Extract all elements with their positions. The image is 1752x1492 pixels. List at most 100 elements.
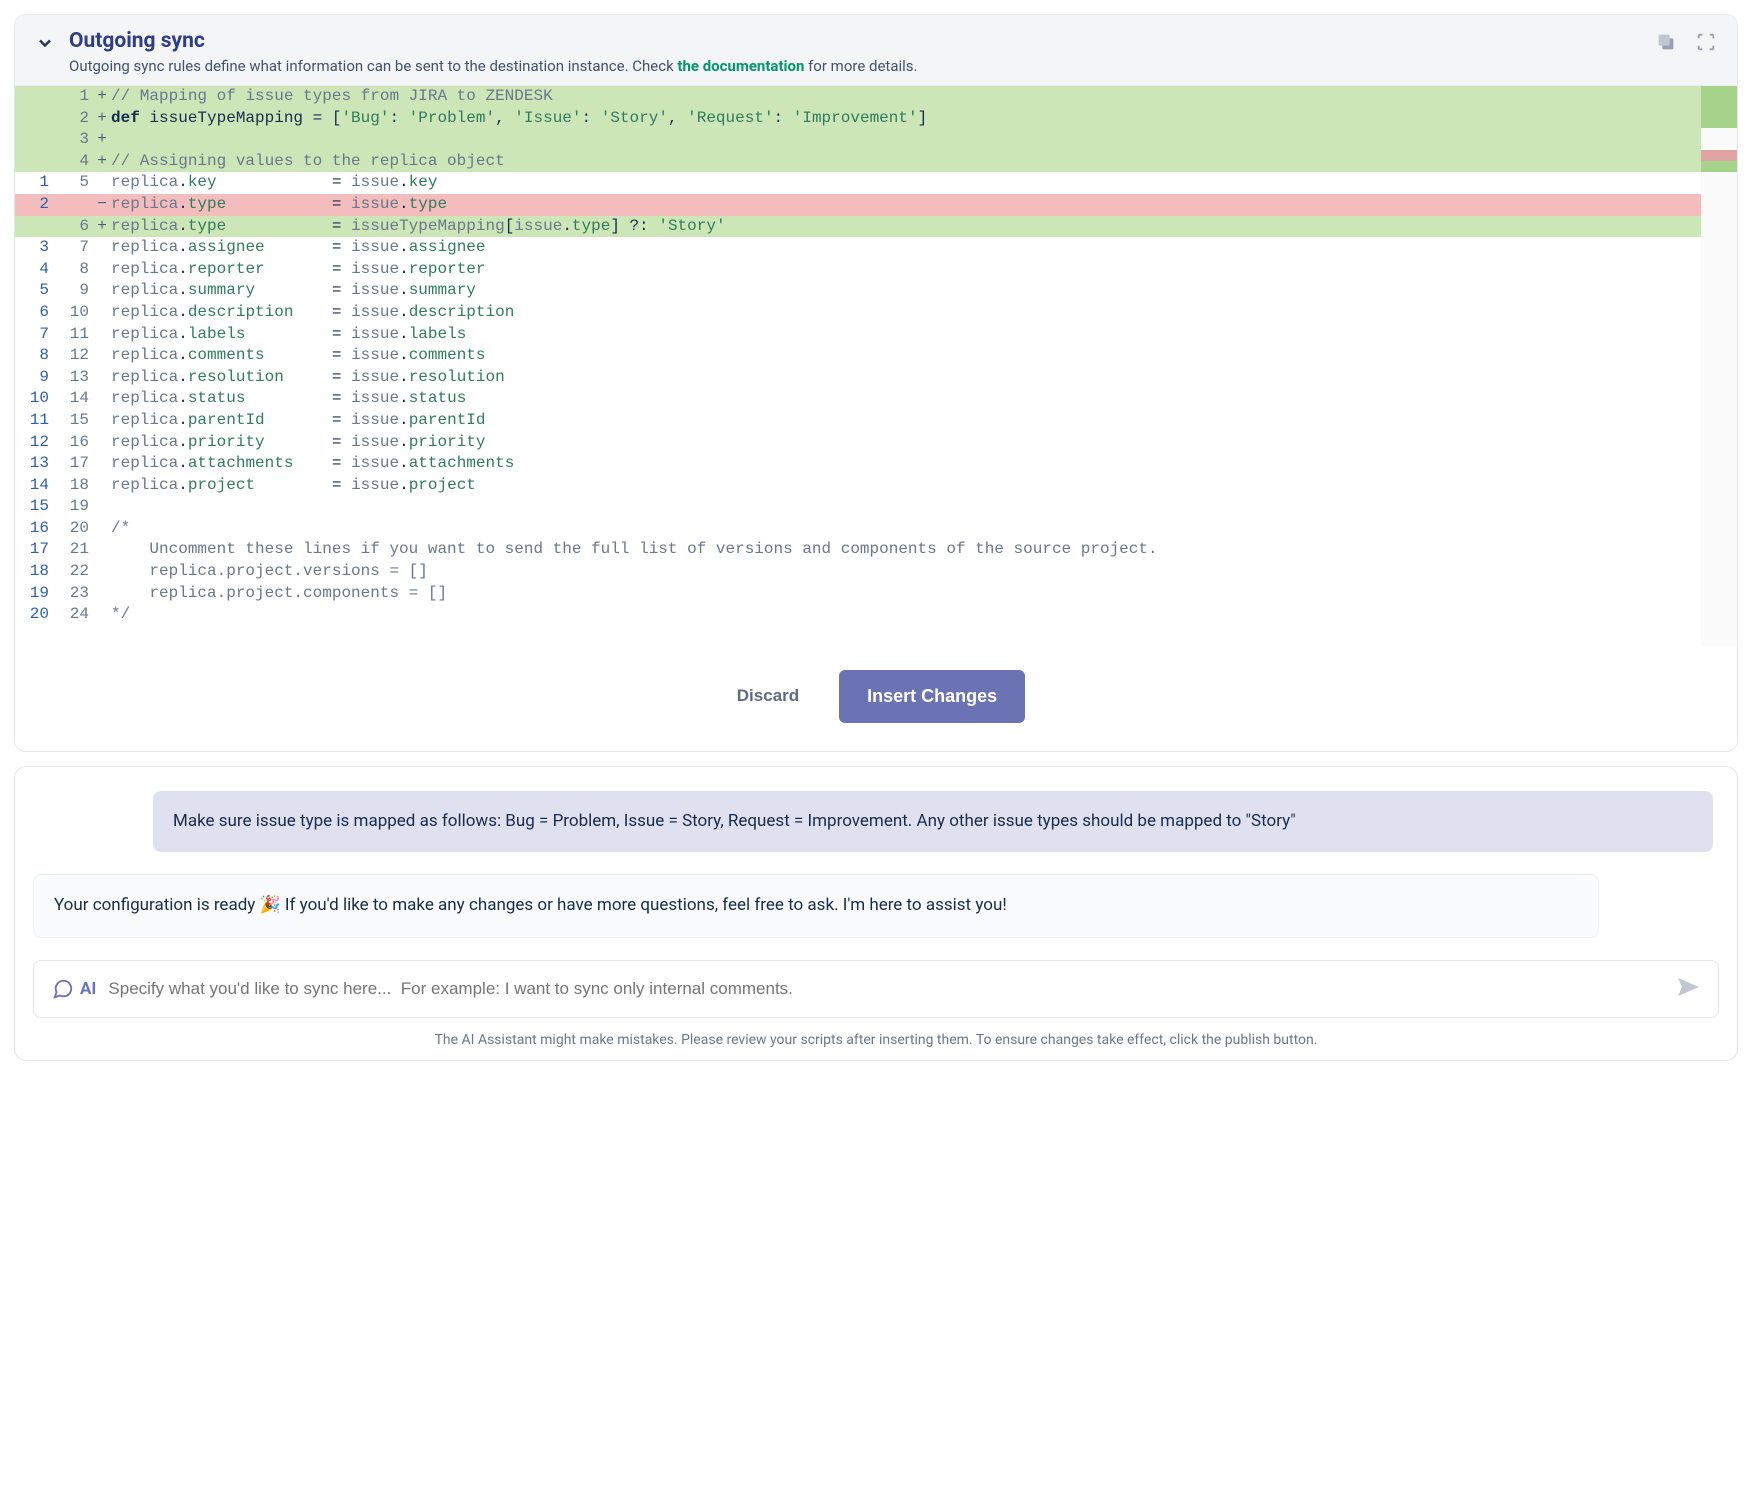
code-text: replica.type = issue.type xyxy=(109,194,1701,216)
code-text: replica.priority = issue.priority xyxy=(109,432,1701,454)
code-text: replica.attachments = issue.attachments xyxy=(109,453,1701,475)
code-text: replica.comments = issue.comments xyxy=(109,345,1701,367)
line-number-old: 10 xyxy=(15,388,55,410)
fullscreen-icon[interactable] xyxy=(1695,31,1717,57)
code-text: replica.parentId = issue.parentId xyxy=(109,410,1701,432)
code-line[interactable]: 1317replica.attachments = issue.attachme… xyxy=(15,453,1701,475)
code-text: def issueTypeMapping = ['Bug': 'Problem'… xyxy=(109,108,1701,130)
line-number-old: 12 xyxy=(15,432,55,454)
code-line[interactable]: 1418replica.project = issue.project xyxy=(15,475,1701,497)
diff-marker: + xyxy=(95,129,109,151)
code-text: replica.resolution = issue.resolution xyxy=(109,367,1701,389)
chat-input[interactable] xyxy=(108,979,1664,999)
collapse-chevron-icon[interactable] xyxy=(35,33,55,57)
code-line[interactable]: 711replica.labels = issue.labels xyxy=(15,324,1701,346)
line-number-new: 6 xyxy=(55,216,95,238)
code-line[interactable]: 37replica.assignee = issue.assignee xyxy=(15,237,1701,259)
code-text: */ xyxy=(109,604,1701,626)
diff-marker xyxy=(95,583,109,605)
code-text: replica.project.components = [] xyxy=(109,583,1701,605)
code-line[interactable]: 3+ xyxy=(15,129,1701,151)
line-number-new: 10 xyxy=(55,302,95,324)
line-number-new: 9 xyxy=(55,280,95,302)
code-line[interactable]: 1519 xyxy=(15,496,1701,518)
code-line[interactable]: 2+def issueTypeMapping = ['Bug': 'Proble… xyxy=(15,108,1701,130)
diff-marker xyxy=(95,302,109,324)
code-line[interactable]: 6+replica.type = issueTypeMapping[issue.… xyxy=(15,216,1701,238)
code-line[interactable]: 610 replica.description = issue.descripti… xyxy=(15,302,1701,324)
line-number-new: 21 xyxy=(55,539,95,561)
code-line[interactable]: 812 replica.comments = issue.comments xyxy=(15,345,1701,367)
code-text: replica.labels = issue.labels xyxy=(109,324,1701,346)
code-text: replica.summary = issue.summary xyxy=(109,280,1701,302)
diff-marker xyxy=(95,518,109,540)
line-number-new: 16 xyxy=(55,432,95,454)
line-number-old: 8 xyxy=(15,345,55,367)
line-number-old: 6 xyxy=(15,302,55,324)
code-text: replica.reporter = issue.reporter xyxy=(109,259,1701,281)
minimap[interactable] xyxy=(1701,86,1737,646)
diff-marker xyxy=(95,410,109,432)
code-line[interactable]: 1620/* xyxy=(15,518,1701,540)
outgoing-sync-panel: Outgoing sync Outgoing sync rules define… xyxy=(14,14,1738,752)
line-number-new: 12 xyxy=(55,345,95,367)
diff-marker xyxy=(95,259,109,281)
line-number-new: 7 xyxy=(55,237,95,259)
code-text: // Assigning values to the replica objec… xyxy=(109,151,1701,173)
diff-marker: − xyxy=(95,194,109,216)
diff-marker xyxy=(95,604,109,626)
code-text: replica.description = issue.description xyxy=(109,302,1701,324)
ai-message: Your configuration is ready 🎉 If you'd l… xyxy=(33,874,1599,938)
diff-marker xyxy=(95,172,109,194)
code-line[interactable]: 1721 Uncomment these lines if you want t… xyxy=(15,539,1701,561)
copy-icon[interactable] xyxy=(1655,31,1677,57)
diff-editor[interactable]: 1+// Mapping of issue types from JIRA to… xyxy=(15,86,1737,646)
line-number-old: 2 xyxy=(15,194,55,216)
line-number-new: 13 xyxy=(55,367,95,389)
chat-area: Make sure issue type is mapped as follow… xyxy=(14,766,1738,1061)
code-line[interactable]: 2 −replica.type = issue.type xyxy=(15,194,1701,216)
send-icon[interactable] xyxy=(1676,975,1700,1003)
diff-marker xyxy=(95,280,109,302)
code-text xyxy=(109,496,1701,518)
code-text: replica.type = issueTypeMapping[issue.ty… xyxy=(109,216,1701,238)
code-text: // Mapping of issue types from JIRA to Z… xyxy=(109,86,1701,108)
code-line[interactable]: 2024*/ xyxy=(15,604,1701,626)
code-text: replica.status = issue.status xyxy=(109,388,1701,410)
code-text: replica.key = issue.key xyxy=(109,172,1701,194)
line-number-new: 5 xyxy=(55,172,95,194)
code-line[interactable]: 1216 replica.priority = issue.priority xyxy=(15,432,1701,454)
diff-marker xyxy=(95,367,109,389)
code-line[interactable]: 1923 replica.project.components = [] xyxy=(15,583,1701,605)
line-number-old: 16 xyxy=(15,518,55,540)
line-number-new: 3 xyxy=(55,129,95,151)
line-number-new: 4 xyxy=(55,151,95,173)
discard-button[interactable]: Discard xyxy=(727,670,809,723)
code-line[interactable]: 48replica.reporter = issue.reporter xyxy=(15,259,1701,281)
code-line[interactable]: 1014 replica.status = issue.status xyxy=(15,388,1701,410)
diff-marker: + xyxy=(95,151,109,173)
line-number-new: 20 xyxy=(55,518,95,540)
diff-marker xyxy=(95,539,109,561)
line-number-old: 7 xyxy=(15,324,55,346)
line-number-old: 14 xyxy=(15,475,55,497)
code-line[interactable]: 1822 replica.project.versions = [] xyxy=(15,561,1701,583)
code-line[interactable]: 1115replica.parentId = issue.parentId xyxy=(15,410,1701,432)
subtitle-prefix: Outgoing sync rules define what informat… xyxy=(69,57,677,75)
panel-title: Outgoing sync xyxy=(69,29,1655,53)
line-number-old: 11 xyxy=(15,410,55,432)
code-text: replica.assignee = issue.assignee xyxy=(109,237,1701,259)
line-number-new: 14 xyxy=(55,388,95,410)
documentation-link[interactable]: the documentation xyxy=(677,57,804,75)
code-line[interactable]: 913replica.resolution = issue.resolution xyxy=(15,367,1701,389)
code-text: replica.project.versions = [] xyxy=(109,561,1701,583)
code-line[interactable]: 59replica.summary = issue.summary xyxy=(15,280,1701,302)
line-number-new: 2 xyxy=(55,108,95,130)
code-line[interactable]: 4+// Assigning values to the replica obj… xyxy=(15,151,1701,173)
code-line[interactable]: 1+// Mapping of issue types from JIRA to… xyxy=(15,86,1701,108)
code-line[interactable]: 15replica.key = issue.key xyxy=(15,172,1701,194)
insert-changes-button[interactable]: Insert Changes xyxy=(839,670,1025,723)
line-number-new: 18 xyxy=(55,475,95,497)
line-number-new: 23 xyxy=(55,583,95,605)
line-number-old: 4 xyxy=(15,259,55,281)
